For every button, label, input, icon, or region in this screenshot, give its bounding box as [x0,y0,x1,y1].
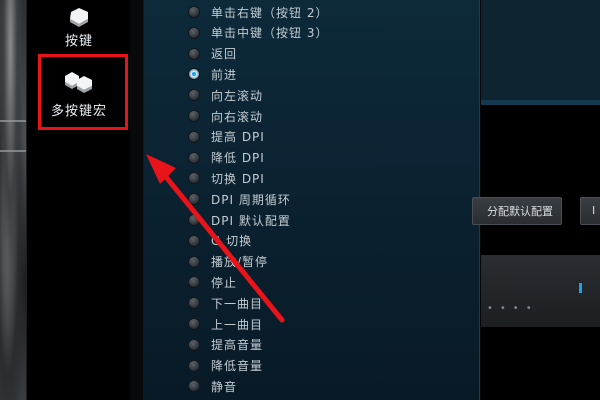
option-row[interactable]: 静音 [188,376,448,396]
option-label: 播放/暂停 [211,255,269,270]
option-row[interactable]: DPI 默认配置 [188,210,448,230]
radio-button[interactable] [188,338,200,351]
radio-selected[interactable] [188,68,200,81]
option-row[interactable]: DPI 周期循环 [188,189,448,209]
option-row[interactable]: 向右滚动 [188,106,448,126]
option-label: DPI 默认配置 [211,213,291,228]
sidebar-item-label: 按键 [64,34,93,49]
option-row[interactable]: 切换 DPI [188,168,448,188]
option-row[interactable]: 单击右键（按钮 2） [188,2,448,22]
option-row[interactable]: 降低 DPI [188,148,448,168]
edge-button[interactable]: I [580,197,600,225]
radio-button[interactable] [188,193,200,206]
option-label: 静音 [211,379,238,394]
option-label: 上一曲目 [211,317,264,332]
option-row[interactable]: 下一曲目 [188,293,448,313]
radio-button[interactable] [188,151,200,164]
option-label: 切换 DPI [211,171,265,186]
slider-dots: •••• [487,303,539,314]
mouse-photo [0,0,26,400]
radio-button[interactable] [188,276,200,289]
option-label: 提高音量 [211,338,264,353]
option-row[interactable]: 降低音量 [188,356,448,376]
slider-tick[interactable] [579,283,582,293]
assign-default-button[interactable]: 分配默认配置 [472,197,562,225]
option-row[interactable]: 向左滚动 [188,85,448,105]
radio-button[interactable] [188,255,200,268]
option-row[interactable]: 提高音量 [188,335,448,355]
option-label: 返回 [211,47,238,62]
option-label: 单击中键（按钮 3） [211,26,329,41]
command-options-panel: 单击右键（按钮 2） 单击中键（按钮 3） 返回前进向左滚动向右滚动提高 DPI 降低… [144,0,480,400]
option-row[interactable]: 单击中键（按钮 3） [188,23,448,43]
right-header-area [481,0,600,100]
option-label: 降低 DPI [211,151,265,166]
radio-button[interactable] [188,214,200,226]
radio-button[interactable] [188,26,200,39]
key-icon [70,8,88,27]
option-label: G 切换 [211,234,253,249]
option-row[interactable]: 提高 DPI [188,127,448,147]
radio-button[interactable] [188,297,200,310]
radio-button[interactable] [188,359,200,372]
radio-button[interactable] [188,234,200,247]
radio-button[interactable] [188,89,200,102]
option-row[interactable]: 停止 [188,272,448,292]
option-row[interactable]: 返回 [188,44,448,64]
option-row[interactable]: 播放/暂停 [188,252,448,272]
option-label: DPI 周期循环 [211,192,291,207]
option-label: 向左滚动 [211,88,264,103]
sidebar-divider [130,0,144,400]
option-row[interactable]: G 切换 [188,231,448,251]
slider-panel[interactable] [481,255,600,327]
radio-button[interactable] [188,130,200,143]
option-row[interactable]: 前进 [188,64,448,84]
option-label: 停止 [211,275,238,290]
sidebar-item-keys[interactable]: 按键 [27,4,131,54]
radio-button[interactable] [188,172,200,185]
photo-highlight-line [0,150,26,152]
radio-button[interactable] [188,380,200,393]
option-label: 前进 [211,67,238,82]
highlight-box [38,54,128,130]
option-label: 降低音量 [211,359,264,374]
radio-button[interactable] [188,110,200,122]
photo-highlight-line [0,120,26,122]
radio-button[interactable] [188,6,200,18]
option-label: 单击右键（按钮 2） [211,5,329,20]
option-label: 提高 DPI [211,130,265,145]
option-row[interactable]: 上一曲目 [188,314,448,334]
radio-button[interactable] [188,47,200,60]
option-label: 下一曲目 [211,296,264,311]
option-label: 向右滚动 [211,109,264,124]
radio-button[interactable] [188,318,200,330]
right-content-area [481,105,600,400]
